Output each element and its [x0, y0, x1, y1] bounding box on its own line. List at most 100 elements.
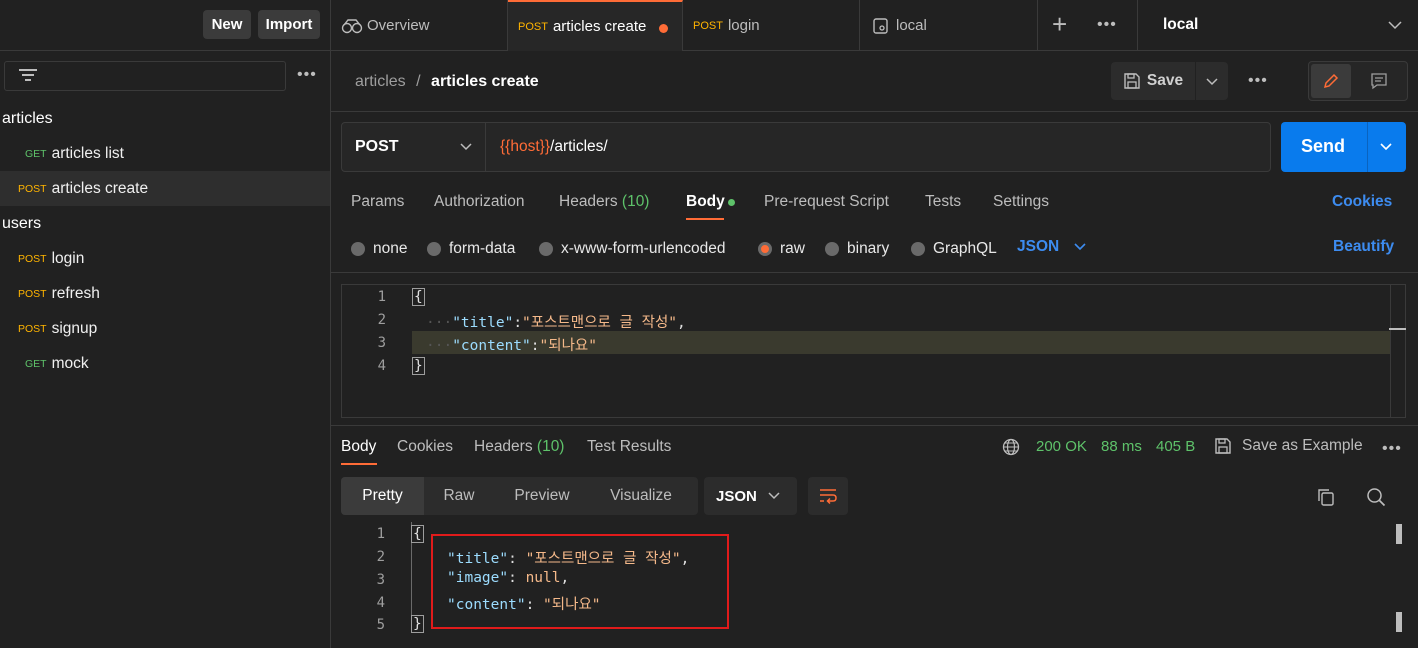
response-tab-headers[interactable]: Headers (10) [474, 438, 564, 456]
edit-icon-button[interactable] [1311, 64, 1351, 98]
send-options-chevron-icon[interactable] [1380, 143, 1392, 151]
radio-raw[interactable]: raw [758, 240, 805, 258]
collection-users[interactable]: users [2, 215, 41, 233]
tab-more-icon[interactable]: ••• [1097, 16, 1117, 34]
radio-graphql[interactable]: GraphQL [911, 240, 997, 258]
method-value: POST [355, 138, 399, 155]
request-name: refresh [51, 284, 100, 302]
divider [331, 425, 1418, 426]
tab-label: articles create [552, 18, 647, 35]
scrollbar-thumb[interactable] [1396, 612, 1402, 632]
environment-selector[interactable]: local [1163, 16, 1198, 34]
method-badge: POST [693, 19, 723, 32]
new-button[interactable]: New [203, 10, 251, 39]
tab-overview[interactable]: Overview [331, 0, 508, 51]
sidebar-item-mock[interactable]: GET mock [0, 346, 330, 381]
line-number: 3 [377, 335, 386, 351]
radio-label: none [373, 240, 408, 257]
save-button[interactable]: Save [1111, 62, 1196, 100]
radio-binary[interactable]: binary [825, 240, 889, 258]
response-tab-body[interactable]: Body [341, 438, 376, 456]
response-tab-cookies[interactable]: Cookies [397, 438, 453, 456]
send-button[interactable]: Send [1281, 122, 1406, 172]
view-preview[interactable]: Preview [494, 477, 590, 515]
tab-label: Headers [559, 193, 618, 210]
request-body-editor[interactable]: 1 2 3 4 { ···"title":"포스트맨으로 글 작성", ···"… [341, 284, 1406, 418]
search-icon[interactable] [1366, 487, 1386, 507]
more-options-icon[interactable]: ••• [297, 66, 317, 84]
collection-articles[interactable]: articles [2, 110, 53, 128]
sidebar-toolbar: New Import [0, 0, 330, 51]
radio-none[interactable]: none [351, 240, 407, 258]
beautify-link[interactable]: Beautify [1333, 238, 1394, 256]
response-status[interactable]: 200 OK [1036, 438, 1087, 455]
tab-label: Body [686, 193, 725, 210]
radio-form-data[interactable]: form-data [427, 240, 515, 258]
response-body-viewer[interactable]: 1 2 3 4 5 { "title": "포스트맨으로 글 작성", "ima… [341, 522, 1418, 648]
breadcrumb-request[interactable]: articles create [431, 73, 539, 90]
filter-icon[interactable] [19, 69, 37, 83]
right-sidebar-toggle [1308, 61, 1408, 101]
view-raw[interactable]: Raw [424, 477, 494, 515]
copy-icon[interactable] [1316, 487, 1336, 507]
pencil-icon [1323, 73, 1339, 89]
chevron-down-icon[interactable] [1388, 20, 1402, 30]
response-size[interactable]: 405 B [1156, 438, 1195, 455]
view-visualize[interactable]: Visualize [590, 477, 692, 515]
tab-pre-request-script[interactable]: Pre-request Script [764, 193, 889, 211]
save-as-example-button[interactable]: Save as Example [1214, 437, 1363, 455]
wrap-lines-button[interactable] [808, 477, 848, 515]
comments-icon-button[interactable] [1359, 64, 1399, 98]
line-number: 1 [377, 289, 386, 305]
request-more-icon[interactable]: ••• [1248, 72, 1268, 90]
url-input[interactable]: {{host}}/articles/ [500, 138, 608, 156]
breadcrumb: articles / articles create [355, 73, 539, 91]
method-badge: POST [18, 287, 47, 300]
response-tab-test-results[interactable]: Test Results [587, 438, 671, 456]
response-format-select[interactable]: JSON [704, 477, 797, 515]
tab-bar: Overview POST articles create POST login… [331, 0, 1418, 51]
radio-label: form-data [449, 240, 516, 257]
scrollbar-track[interactable] [1390, 285, 1391, 417]
globe-icon[interactable] [1002, 438, 1020, 456]
view-pretty[interactable]: Pretty [341, 477, 424, 515]
format-select[interactable]: JSON [1017, 238, 1059, 256]
tab-underline [341, 463, 377, 465]
code-line: { [411, 525, 424, 543]
wrap-icon [820, 489, 837, 505]
method-select[interactable]: POST [342, 123, 486, 171]
sidebar-item-articles-list[interactable]: GET articles list [0, 136, 330, 171]
chevron-down-icon [768, 492, 780, 500]
save-as-example-label: Save as Example [1242, 437, 1363, 454]
tab-login[interactable]: POST login [683, 0, 860, 51]
tab-local[interactable]: local [860, 0, 1038, 51]
radio-label: raw [780, 240, 805, 257]
tab-authorization[interactable]: Authorization [434, 193, 524, 211]
sidebar-item-login[interactable]: POST login [0, 241, 330, 276]
unsaved-indicator [659, 24, 668, 33]
body-indicator-dot [728, 199, 735, 206]
breadcrumb-collection[interactable]: articles [355, 73, 406, 90]
response-more-icon[interactable]: ••• [1382, 440, 1402, 458]
filter-input[interactable] [4, 61, 286, 91]
tab-settings[interactable]: Settings [993, 193, 1049, 211]
tab-tests[interactable]: Tests [925, 193, 961, 211]
format-value: JSON [716, 487, 757, 505]
save-options-chevron-icon[interactable] [1205, 77, 1219, 87]
radio-urlencoded[interactable]: x-www-form-urlencoded [539, 240, 726, 258]
response-time[interactable]: 88 ms [1101, 438, 1142, 455]
sidebar-item-refresh[interactable]: POST refresh [0, 276, 330, 311]
tab-headers[interactable]: Headers (10) [559, 193, 649, 211]
scrollbar-thumb[interactable] [1396, 524, 1402, 544]
sidebar-item-articles-create[interactable]: POST articles create [0, 171, 330, 206]
tab-params[interactable]: Params [351, 193, 404, 211]
chevron-down-icon[interactable] [1074, 243, 1086, 251]
sidebar-item-signup[interactable]: POST signup [0, 311, 330, 346]
breadcrumb-separator: / [416, 73, 421, 90]
tab-articles-create[interactable]: POST articles create [508, 0, 683, 51]
import-button[interactable]: Import [258, 10, 320, 39]
tab-body[interactable]: Body [686, 193, 725, 211]
method-badge: POST [518, 20, 548, 33]
new-tab-plus-icon[interactable]: + [1052, 11, 1067, 37]
cookies-link[interactable]: Cookies [1332, 193, 1392, 211]
